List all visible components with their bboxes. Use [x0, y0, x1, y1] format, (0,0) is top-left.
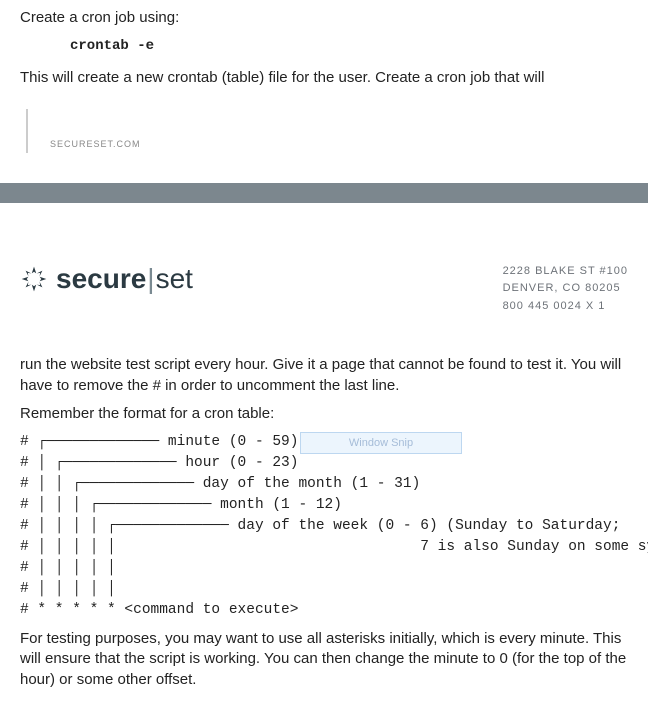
- address-block: 2228 BLAKE ST #100 DENVER, CO 80205 800 …: [503, 263, 628, 316]
- logo-icon: [20, 265, 48, 293]
- logo-light: set: [156, 263, 193, 294]
- testing-para: For testing purposes, you may want to us…: [20, 629, 628, 690]
- logo-pipe: |: [146, 263, 155, 294]
- page-two: secure|set 2228 BLAKE ST #100 DENVER, CO…: [0, 203, 648, 718]
- letterhead: secure|set 2228 BLAKE ST #100 DENVER, CO…: [20, 263, 628, 316]
- logo: secure|set: [20, 263, 193, 295]
- diagram-wrapper: Window Snip # ┌───────────── minute (0 -…: [20, 432, 628, 621]
- address-line-2: DENVER, CO 80205: [503, 280, 628, 298]
- logo-text: secure|set: [56, 263, 193, 295]
- desc-para: This will create a new crontab (table) f…: [20, 68, 628, 88]
- remember-para: Remember the format for a cron table:: [20, 404, 628, 424]
- code-block: crontab -e: [70, 38, 628, 54]
- cron-format-diagram: # ┌───────────── minute (0 - 59) # │ ┌──…: [20, 432, 628, 621]
- intro-para: Create a cron job using:: [20, 8, 628, 28]
- address-line-1: 2228 BLAKE ST #100: [503, 263, 628, 281]
- page-one: Create a cron job using: crontab -e This…: [0, 8, 648, 173]
- continuation-para: run the website test script every hour. …: [20, 355, 628, 396]
- page-footer-domain: SECURESET.COM: [26, 109, 628, 153]
- address-line-3: 800 445 0024 X 1: [503, 298, 628, 316]
- logo-bold: secure: [56, 263, 146, 294]
- page-divider: [0, 183, 648, 203]
